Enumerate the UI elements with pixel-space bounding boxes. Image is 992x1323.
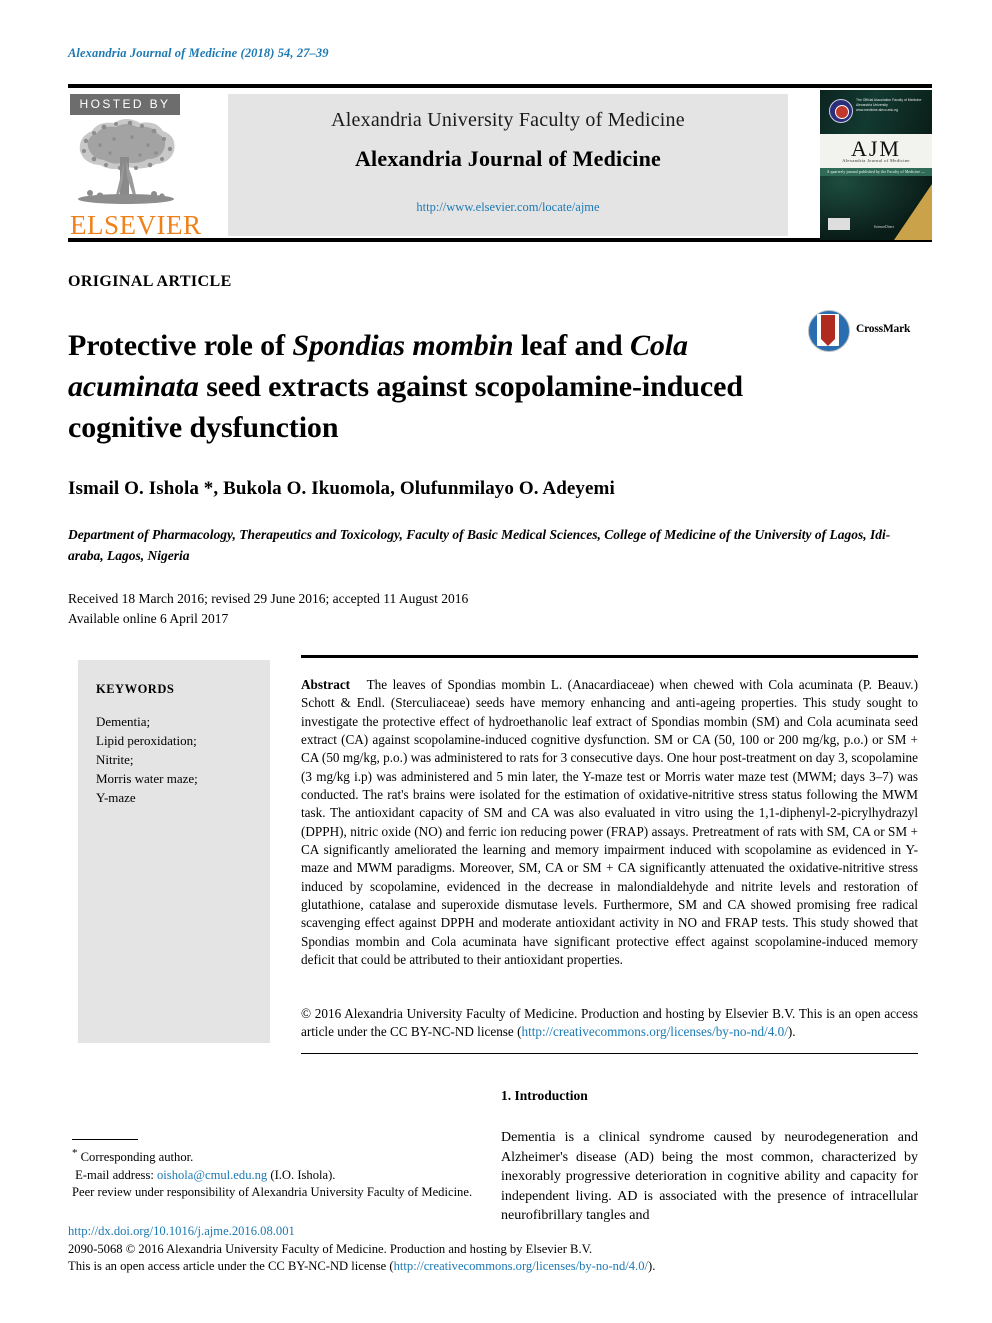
cover-seal-text: The Official Association Faculty of Medi… <box>856 98 922 112</box>
keyword-item: Y-maze <box>96 790 136 805</box>
issn-copyright-line: 2090-5068 © 2016 Alexandria University F… <box>68 1241 593 1256</box>
license-suffix: ). <box>648 1259 656 1274</box>
keyword-item: Dementia; <box>96 714 151 729</box>
faculty-name: Alexandria University Faculty of Medicin… <box>331 109 685 131</box>
introduction-heading: 1. Introduction <box>501 1088 588 1103</box>
abstract-top-rule <box>301 655 918 658</box>
elsevier-logo-block: HOSTED BY ELSEVIER <box>68 94 220 240</box>
abstract-label: Abstract <box>301 677 351 692</box>
journal-title-panel: Alexandria University Faculty of Medicin… <box>228 94 788 236</box>
article-history: Received 18 March 2016; revised 29 June … <box>68 589 768 629</box>
footnote-block: * Corresponding author. E-mail address: … <box>72 1145 492 1201</box>
author-list: Ismail O. Ishola *, Bukola O. Ikuomola, … <box>68 478 615 499</box>
peer-review-note: Peer review under responsibility of Alex… <box>72 1185 473 1199</box>
cover-gold-wedge <box>894 184 932 240</box>
received-line: Received 18 March 2016; revised 29 June … <box>68 591 469 606</box>
abstract-bottom-rule <box>301 1053 918 1054</box>
faculty-seal-icon <box>829 99 853 123</box>
email-label: E-mail address: <box>75 1167 154 1182</box>
running-head-journal-citation: Alexandria Journal of Medicine (2018) 54… <box>68 46 329 60</box>
abstract-block: Abstract The leaves of Spondias mombin L… <box>301 676 918 970</box>
keywords-list: Dementia; Lipid peroxidation; Nitrite; M… <box>96 712 198 807</box>
journal-header-band: HOSTED BY ELSEVIER Alexandria University… <box>68 84 932 242</box>
article-page: Alexandria Journal of Medicine (2018) 54… <box>0 0 992 1323</box>
abstract-copyright-suffix: ). <box>787 1024 796 1040</box>
title-segment-2: Spondias mombin <box>292 329 514 363</box>
title-segment-3: leaf and <box>513 329 630 363</box>
keyword-item: Nitrite; <box>96 752 134 767</box>
affiliation: Department of Pharmacology, Therapeutics… <box>68 527 891 563</box>
cover-green-band: A quarterly journal published by the Fac… <box>820 168 932 182</box>
crossmark-badge[interactable]: CrossMark <box>808 310 918 354</box>
footnote-rule <box>72 1139 138 1140</box>
abstract-text: The leaves of Spondias mombin L. (Anacar… <box>301 677 918 968</box>
email-link[interactable]: oishola@cmul.edu.ng <box>157 1168 267 1182</box>
elsevier-tree-icon <box>68 117 220 212</box>
keyword-item: Morris water maze; <box>96 771 198 786</box>
corresponding-author-note: * Corresponding author. <box>72 1145 492 1167</box>
page-footer: http://dx.doi.org/10.1016/j.ajme.2016.08… <box>68 1223 768 1276</box>
keywords-box: KEYWORDS Dementia; Lipid peroxidation; N… <box>78 660 270 1043</box>
cover-footer-text: ScienceDirect <box>873 225 895 229</box>
journal-name: Alexandria Journal of Medicine <box>354 146 662 171</box>
journal-homepage-link[interactable]: http://www.elsevier.com/locate/ajme <box>228 200 788 215</box>
license-line: This is an open access article under the… <box>68 1258 768 1276</box>
email-note: E-mail address: oishola@cmul.edu.ng (I.O… <box>72 1167 492 1184</box>
article-type-kicker: ORIGINAL ARTICLE <box>68 273 232 290</box>
cover-bottom-art: ScienceDirect <box>820 176 932 240</box>
title-segment-1: Protective role of <box>68 329 293 363</box>
keywords-heading: KEYWORDS <box>96 682 175 696</box>
hosted-by-banner: HOSTED BY <box>70 94 180 115</box>
footer-license-link[interactable]: http://creativecommons.org/licenses/by-n… <box>394 1259 648 1273</box>
abstract-copyright: © 2016 Alexandria University Faculty of … <box>301 1005 918 1042</box>
article-title: Protective role of Spondias mombin leaf … <box>68 325 798 448</box>
introduction-paragraph: Dementia is a clinical syndrome caused b… <box>501 1130 918 1224</box>
doi-link[interactable]: http://dx.doi.org/10.1016/j.ajme.2016.08… <box>68 1223 768 1241</box>
email-owner: (I.O. Ishola). <box>270 1167 336 1182</box>
corresponding-author-marker: * <box>72 1147 78 1159</box>
corresponding-author-text: Corresponding author. <box>80 1150 194 1165</box>
abstract-license-link[interactable]: http://creativecommons.org/licenses/by-n… <box>521 1024 787 1039</box>
license-prefix: This is an open access article under the… <box>68 1259 394 1274</box>
keyword-item: Lipid peroxidation; <box>96 733 197 748</box>
cover-acronym-subtitle: Alexandria Journal of Medicine <box>842 158 910 163</box>
available-online-line: Available online 6 April 2017 <box>68 611 229 626</box>
elsevier-wordmark: ELSEVIER <box>70 210 202 240</box>
crossmark-label: CrossMark <box>856 323 911 335</box>
journal-cover-thumbnail: The Official Association Faculty of Medi… <box>820 90 932 240</box>
cover-publisher-logo <box>828 218 850 230</box>
